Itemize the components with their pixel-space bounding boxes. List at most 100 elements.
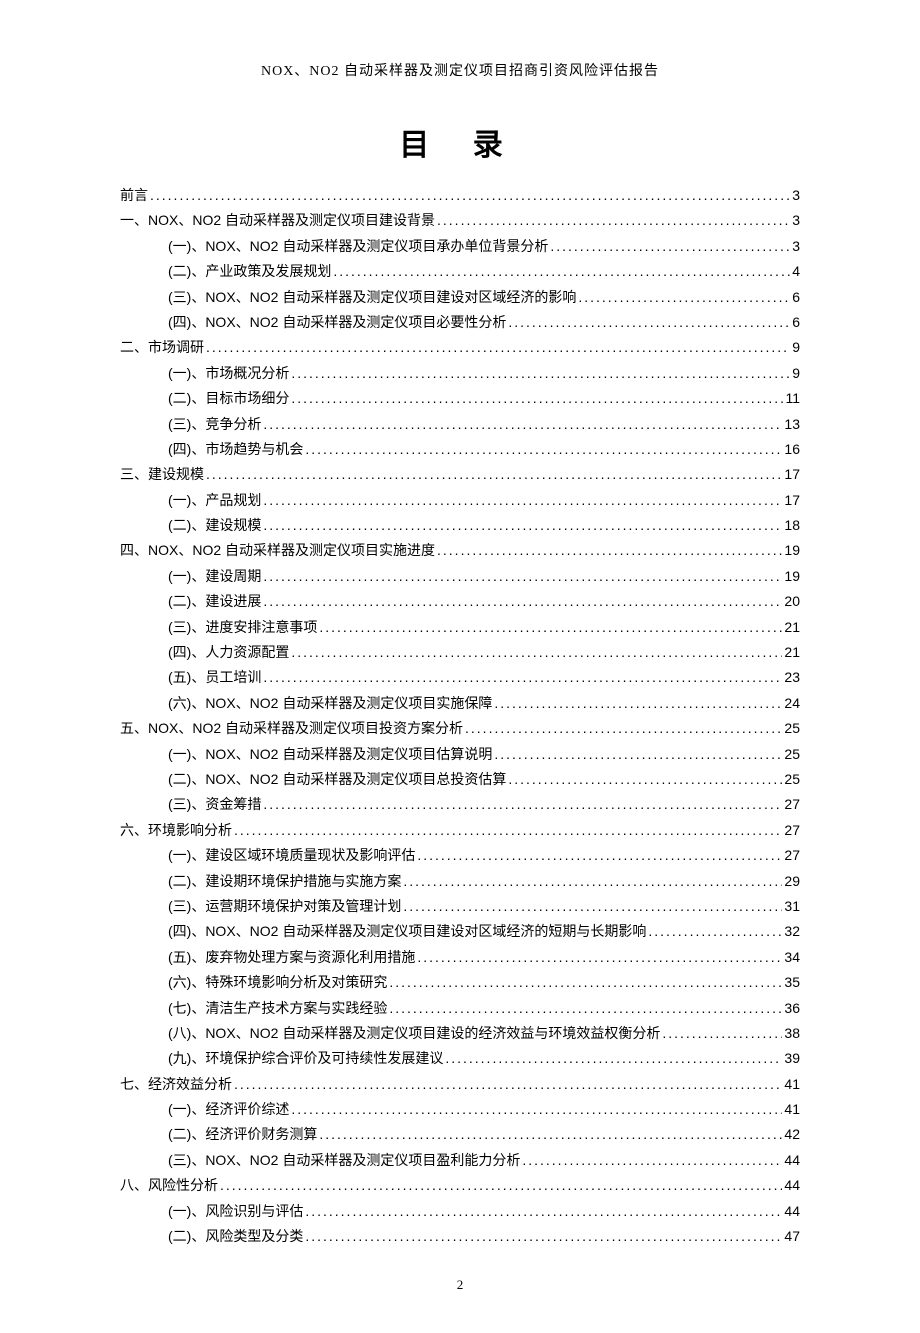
toc-entry-label: (一)、建设周期: [168, 565, 261, 587]
toc-leader-dots: [206, 336, 790, 358]
toc-leader-dots: [291, 1098, 782, 1120]
toc-entry-page: 6: [792, 311, 800, 333]
toc-entry-page: 24: [784, 692, 800, 714]
toc-entry[interactable]: 一、NOX、NO2 自动采样器及测定仪项目建设背景 3: [120, 209, 800, 231]
toc-entry-page: 34: [784, 946, 800, 968]
toc-entry-page: 42: [784, 1123, 800, 1145]
toc-entry[interactable]: (一)、NOX、NO2 自动采样器及测定仪项目承办单位背景分析3: [120, 235, 800, 257]
toc-entry-page: 16: [784, 438, 800, 460]
toc-entry-page: 19: [784, 539, 800, 561]
toc-entry-label: (二)、建设期环境保护措施与实施方案: [168, 870, 401, 892]
toc-entry-label: (二)、经济评价财务测算: [168, 1123, 317, 1145]
toc-entry[interactable]: (三)、资金筹措27: [120, 793, 800, 815]
toc-entry-label: (二)、建设进展: [168, 590, 261, 612]
toc-entry[interactable]: 七、经济效益分析41: [120, 1073, 800, 1095]
toc-entry[interactable]: 八、风险性分析 44: [120, 1174, 800, 1196]
toc-entry-label: (一)、建设区域环境质量现状及影响评估: [168, 844, 415, 866]
toc-list: 前言3 一、NOX、NO2 自动采样器及测定仪项目建设背景 3 (一)、NOX、NO2…: [120, 184, 800, 1247]
toc-entry-label: (三)、竞争分析: [168, 413, 261, 435]
toc-entry[interactable]: (二)、建设期环境保护措施与实施方案29: [120, 870, 800, 892]
toc-entry[interactable]: 前言3: [120, 184, 800, 206]
toc-entry-page: 20: [784, 590, 800, 612]
toc-entry-label: (六)、特殊环境影响分析及对策研究: [168, 971, 387, 993]
toc-entry-label: 八、风险性分析: [120, 1174, 218, 1196]
toc-entry[interactable]: 四、NOX、NO2 自动采样器及测定仪项目实施进度19: [120, 539, 800, 561]
toc-entry-label: (二)、产业政策及发展规划: [168, 260, 331, 282]
toc-entry-page: 6: [792, 286, 800, 308]
toc-entry[interactable]: (九)、环境保护综合评价及可持续性发展建议39: [120, 1047, 800, 1069]
toc-entry-page: 17: [784, 463, 800, 485]
toc-entry-label: 一、NOX、NO2 自动采样器及测定仪项目建设背景: [120, 209, 435, 231]
toc-entry-label: 五、NOX、NO2 自动采样器及测定仪项目投资方案分析: [120, 717, 463, 739]
toc-entry[interactable]: (八)、NOX、NO2 自动采样器及测定仪项目建设的经济效益与环境效益权衡分析3…: [120, 1022, 800, 1044]
toc-entry[interactable]: (三)、NOX、NO2 自动采样器及测定仪项目建设对区域经济的影响6: [120, 286, 800, 308]
toc-entry[interactable]: (二)、产业政策及发展规划4: [120, 260, 800, 282]
toc-entry[interactable]: (四)、人力资源配置21: [120, 641, 800, 663]
toc-entry[interactable]: 三、建设规模17: [120, 463, 800, 485]
toc-entry[interactable]: 二、市场调研9: [120, 336, 800, 358]
toc-entry-page: 25: [784, 717, 800, 739]
toc-entry[interactable]: (一)、产品规划17: [120, 489, 800, 511]
toc-entry[interactable]: (七)、清洁生产技术方案与实践经验36: [120, 997, 800, 1019]
toc-entry-page: 13: [784, 413, 800, 435]
toc-entry[interactable]: (二)、建设规模18: [120, 514, 800, 536]
toc-leader-dots: [333, 260, 790, 282]
toc-entry[interactable]: (五)、员工培训23: [120, 666, 800, 688]
toc-entry[interactable]: (三)、进度安排注意事项21: [120, 616, 800, 638]
toc-leader-dots: [263, 489, 782, 511]
toc-entry-label: (四)、市场趋势与机会: [168, 438, 303, 460]
toc-entry[interactable]: (一)、建设区域环境质量现状及影响评估27: [120, 844, 800, 866]
toc-entry[interactable]: (三)、NOX、NO2 自动采样器及测定仪项目盈利能力分析44: [120, 1149, 800, 1171]
toc-entry-page: 44: [784, 1174, 800, 1196]
toc-entry[interactable]: (一)、NOX、NO2 自动采样器及测定仪项目估算说明25: [120, 743, 800, 765]
toc-entry-label: (一)、NOX、NO2 自动采样器及测定仪项目承办单位背景分析: [168, 235, 548, 257]
toc-entry[interactable]: (三)、运营期环境保护对策及管理计划31: [120, 895, 800, 917]
toc-entry-page: 36: [784, 997, 800, 1019]
toc-entry[interactable]: (一)、经济评价综述41: [120, 1098, 800, 1120]
toc-entry[interactable]: (三)、竞争分析 13: [120, 413, 800, 435]
toc-entry[interactable]: (五)、废弃物处理方案与资源化利用措施 34: [120, 946, 800, 968]
toc-entry[interactable]: (四)、市场趋势与机会 16: [120, 438, 800, 460]
toc-leader-dots: [494, 692, 782, 714]
toc-entry-label: 七、经济效益分析: [120, 1073, 232, 1095]
toc-entry[interactable]: (一)、建设周期19: [120, 565, 800, 587]
toc-entry[interactable]: (六)、NOX、NO2 自动采样器及测定仪项目实施保障 24: [120, 692, 800, 714]
toc-entry[interactable]: (二)、风险类型及分类47: [120, 1225, 800, 1247]
toc-entry-label: (二)、目标市场细分: [168, 387, 289, 409]
toc-leader-dots: [437, 209, 790, 231]
toc-leader-dots: [291, 362, 790, 384]
toc-entry-page: 32: [784, 920, 800, 942]
toc-entry-page: 3: [792, 209, 800, 231]
toc-entry-label: (九)、环境保护综合评价及可持续性发展建议: [168, 1047, 443, 1069]
toc-entry-label: (四)、NOX、NO2 自动采样器及测定仪项目必要性分析: [168, 311, 506, 333]
toc-entry[interactable]: (二)、NOX、NO2 自动采样器及测定仪项目总投资估算25: [120, 768, 800, 790]
toc-entry-label: 二、市场调研: [120, 336, 204, 358]
toc-entry-page: 23: [784, 666, 800, 688]
toc-entry[interactable]: (一)、市场概况分析9: [120, 362, 800, 384]
toc-entry[interactable]: (二)、建设进展 20: [120, 590, 800, 612]
toc-leader-dots: [578, 286, 790, 308]
toc-entry-page: 47: [784, 1225, 800, 1247]
toc-leader-dots: [263, 793, 782, 815]
toc-entry[interactable]: (四)、NOX、NO2 自动采样器及测定仪项目必要性分析 6: [120, 311, 800, 333]
toc-entry-label: 六、环境影响分析: [120, 819, 232, 841]
toc-leader-dots: [403, 870, 782, 892]
toc-entry-page: 35: [784, 971, 800, 993]
toc-entry-label: (六)、NOX、NO2 自动采样器及测定仪项目实施保障: [168, 692, 492, 714]
toc-entry-page: 25: [784, 743, 800, 765]
toc-entry[interactable]: 六、环境影响分析27: [120, 819, 800, 841]
toc-leader-dots: [494, 743, 782, 765]
toc-leader-dots: [263, 666, 782, 688]
toc-entry[interactable]: (二)、经济评价财务测算 42: [120, 1123, 800, 1145]
toc-leader-dots: [417, 844, 782, 866]
toc-entry[interactable]: (一)、风险识别与评估44: [120, 1200, 800, 1222]
toc-entry[interactable]: (二)、目标市场细分11: [120, 387, 800, 409]
toc-entry[interactable]: (四)、NOX、NO2 自动采样器及测定仪项目建设对区域经济的短期与长期影响32: [120, 920, 800, 942]
toc-leader-dots: [305, 1225, 782, 1247]
toc-leader-dots: [389, 997, 782, 1019]
toc-leader-dots: [445, 1047, 782, 1069]
toc-entry-label: (一)、经济评价综述: [168, 1098, 289, 1120]
toc-entry[interactable]: (六)、特殊环境影响分析及对策研究 35: [120, 971, 800, 993]
toc-entry-label: (五)、废弃物处理方案与资源化利用措施: [168, 946, 415, 968]
toc-entry[interactable]: 五、NOX、NO2 自动采样器及测定仪项目投资方案分析 25: [120, 717, 800, 739]
